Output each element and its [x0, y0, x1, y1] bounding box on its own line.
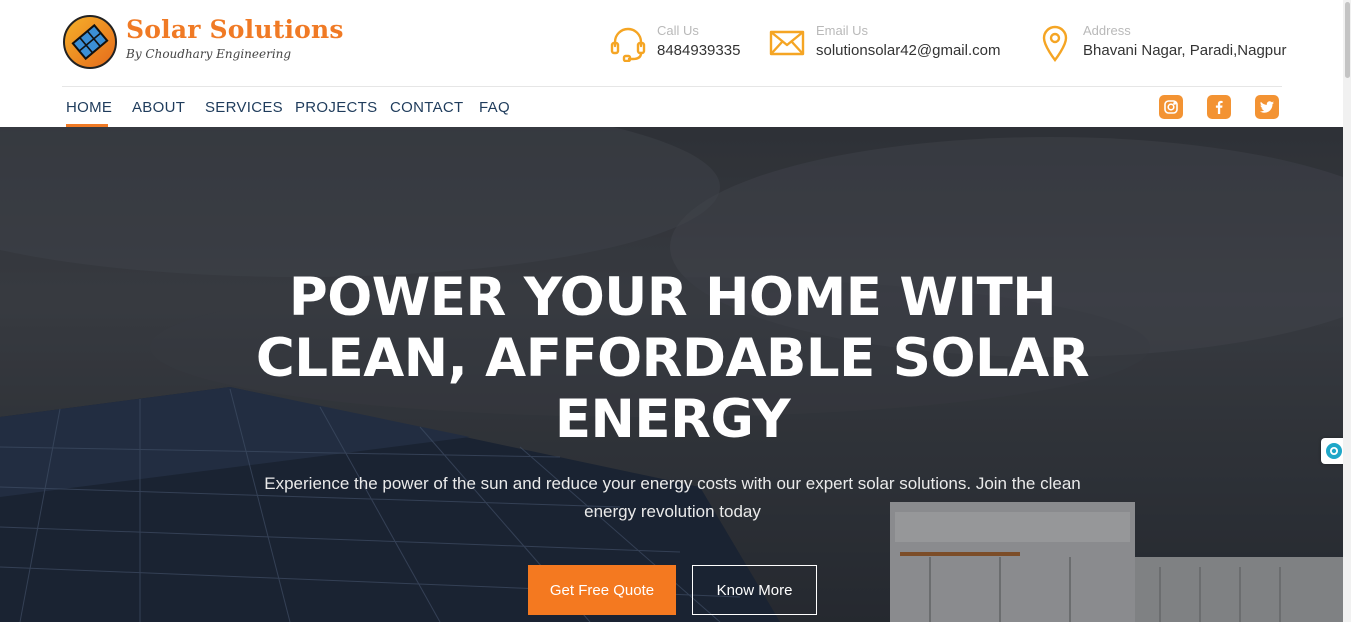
map-pin-icon — [1042, 25, 1068, 62]
twitter-icon — [1259, 101, 1274, 113]
nav-services[interactable]: SERVICES — [205, 99, 283, 116]
instagram-link[interactable] — [1159, 95, 1183, 119]
contact-address[interactable]: Address Bhavani Nagar, Paradi,Nagpur — [1040, 22, 1286, 62]
contact-call[interactable]: Call Us 8484939335 — [609, 22, 740, 62]
envelope-icon — [769, 30, 805, 56]
nav-projects[interactable]: PROJECTS — [295, 99, 377, 116]
nav-about[interactable]: ABOUT — [132, 99, 185, 116]
hero-subtitle: Experience the power of the sun and redu… — [264, 474, 1081, 521]
email-label: Email Us — [816, 23, 869, 38]
headset-icon — [610, 27, 646, 62]
contact-email[interactable]: Email Us solutionsolar42@gmail.com — [768, 22, 1000, 62]
solar-logo-icon[interactable] — [62, 14, 118, 70]
call-number[interactable]: 8484939335 — [657, 40, 740, 62]
scrollbar-thumb[interactable] — [1345, 2, 1350, 78]
address-value: Bhavani Nagar, Paradi,Nagpur — [1083, 42, 1287, 59]
facebook-link[interactable] — [1207, 95, 1231, 119]
address-label: Address — [1083, 23, 1131, 38]
hero-section: POWER YOUR HOME WITH CLEAN, AFFORDABLE S… — [0, 127, 1343, 622]
twitter-link[interactable] — [1255, 95, 1279, 119]
instagram-icon — [1164, 100, 1178, 114]
site-header: Solar Solutions By Choudhary Engineering… — [0, 0, 1343, 87]
email-address[interactable]: solutionsolar42@gmail.com — [816, 40, 1000, 62]
get-free-quote-button[interactable]: Get Free Quote — [528, 565, 676, 615]
call-label: Call Us — [657, 23, 699, 38]
hero-title: POWER YOUR HOME WITH CLEAN, AFFORDABLE S… — [255, 267, 1090, 450]
facebook-icon — [1215, 100, 1223, 114]
main-nav: HOME ABOUT SERVICES PROJECTS CONTACT FAQ — [0, 87, 1343, 127]
know-more-button[interactable]: Know More — [692, 565, 817, 615]
nav-contact[interactable]: CONTACT — [390, 99, 463, 116]
brand[interactable]: Solar Solutions By Choudhary Engineering — [126, 14, 344, 61]
page-scrollbar[interactable] — [1343, 0, 1351, 622]
chat-bubble-icon — [1326, 443, 1342, 459]
brand-tagline: By Choudhary Engineering — [126, 47, 292, 61]
nav-home[interactable]: HOME — [66, 99, 112, 116]
nav-faq[interactable]: FAQ — [479, 99, 510, 116]
brand-name: Solar Solutions — [126, 15, 344, 44]
